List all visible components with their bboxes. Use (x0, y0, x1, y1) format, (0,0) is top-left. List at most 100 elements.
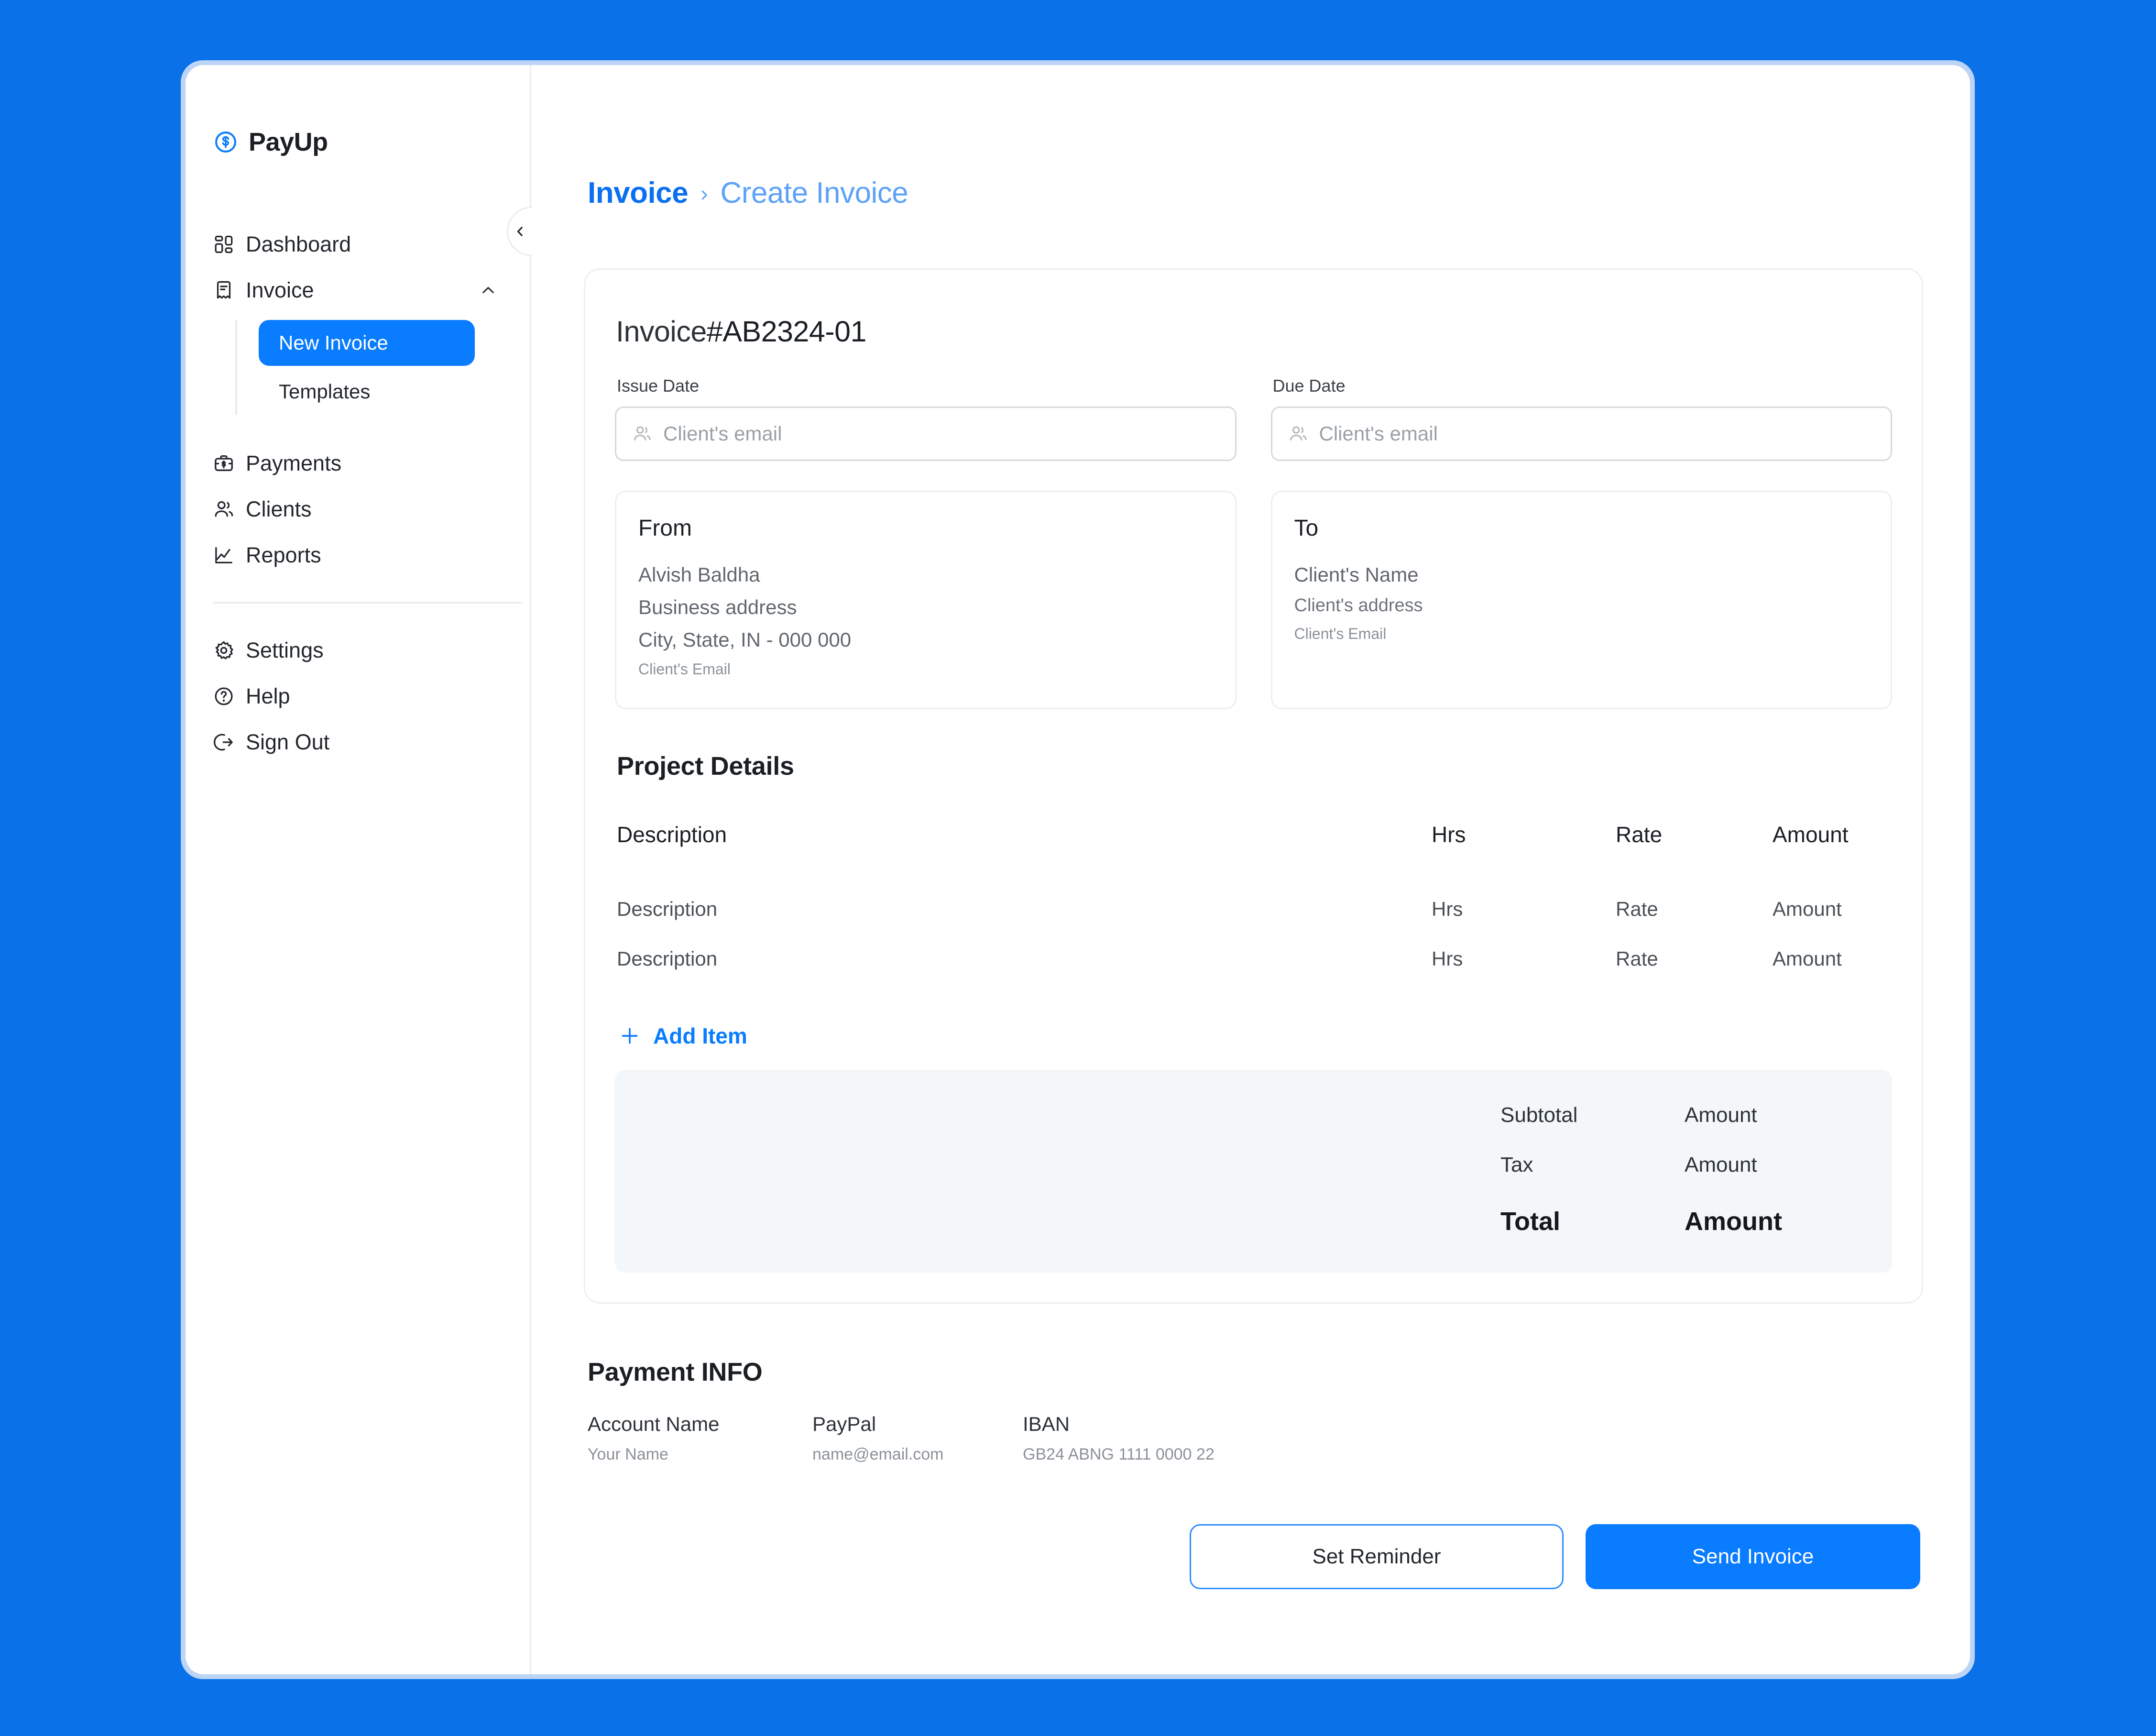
sidebar-divider (213, 602, 522, 604)
main-content: Invoice › Create Invoice Invoice#AB2324-… (531, 65, 1970, 1674)
payment-field-label: Account Name (588, 1413, 720, 1436)
total-row: Total Amount (615, 1207, 1842, 1236)
breadcrumb-current: Create Invoice (720, 176, 908, 209)
app-window-inner: PayUp Dashboard Invoice New Invoice Temp… (186, 65, 1970, 1674)
gear-icon (213, 640, 234, 661)
to-title: To (1294, 516, 1319, 541)
to-box[interactable]: To Client's Name Client's address Client… (1270, 491, 1892, 710)
column-header-rate: Rate (1616, 822, 1663, 847)
invoice-number-value: #AB2324-01 (706, 315, 867, 348)
sidebar-item-label: Dashboard (246, 232, 351, 256)
from-title: From (638, 516, 692, 541)
issue-date-input[interactable]: Client's email (615, 407, 1237, 461)
dashboard-grid-icon (213, 234, 234, 255)
dollar-circle-icon (213, 130, 238, 154)
users-icon (213, 499, 234, 520)
cell-rate: Rate (1616, 898, 1658, 921)
sidebar-item-help[interactable]: Help (207, 673, 509, 719)
from-address: Business address (638, 596, 797, 619)
set-reminder-label: Set Reminder (1312, 1545, 1441, 1569)
sidebar-item-label: Invoice (246, 278, 314, 302)
tax-row: Tax Amount (615, 1153, 1842, 1177)
sidebar-item-payments[interactable]: Payments (207, 440, 509, 486)
subtotal-value: Amount (1685, 1103, 1757, 1127)
due-date-field: Due Date Client's email (1270, 376, 1892, 461)
logout-icon (213, 732, 234, 753)
sidebar-item-clients[interactable]: Clients (207, 486, 509, 532)
to-email: Client's Email (1294, 625, 1387, 642)
receipt-icon (213, 280, 234, 301)
items-table: Description Hrs Rate Amount Description … (615, 813, 1892, 984)
items-table-header: Description Hrs Rate Amount (615, 813, 1892, 857)
sidebar-item-label: Help (246, 684, 290, 708)
table-row[interactable]: Description Hrs Rate Amount (615, 884, 1892, 934)
cell-hrs: Hrs (1432, 898, 1463, 921)
sidebar-item-settings[interactable]: Settings (207, 627, 509, 673)
payment-field-paypal: PayPal name@email.com (812, 1413, 1023, 1464)
sidebar-item-label: Sign Out (246, 730, 330, 754)
sidebar-item-label: Payments (246, 451, 342, 475)
totals-panel: Subtotal Amount Tax Amount Total Amount (615, 1070, 1892, 1273)
from-email: Client's Email (638, 660, 731, 678)
footer-actions: Set Reminder Send Invoice (584, 1524, 1920, 1590)
party-row: From Alvish Baldha Business address City… (615, 491, 1892, 710)
cell-amount: Amount (1773, 947, 1842, 970)
to-address: Client's address (1294, 595, 1423, 616)
sidebar-item-new-invoice[interactable]: New Invoice (259, 320, 475, 366)
sidebar-item-dashboard[interactable]: Dashboard (207, 221, 509, 267)
payment-info-title: Payment INFO (588, 1358, 763, 1387)
chart-line-icon (213, 545, 234, 566)
set-reminder-button[interactable]: Set Reminder (1190, 1524, 1564, 1590)
sidebar-item-label: Reports (246, 543, 321, 567)
cell-description: Description (617, 947, 718, 970)
total-value: Amount (1685, 1207, 1782, 1236)
sidebar-item-sign-out[interactable]: Sign Out (207, 719, 509, 765)
due-date-input[interactable]: Client's email (1270, 407, 1892, 461)
plus-icon (619, 1025, 641, 1047)
issue-date-placeholder: Client's email (663, 422, 782, 445)
sidebar: PayUp Dashboard Invoice New Invoice Temp… (186, 65, 531, 1674)
sidebar-item-invoice[interactable]: Invoice (207, 267, 509, 313)
brand-logo[interactable]: PayUp (213, 127, 509, 157)
sidebar-item-reports[interactable]: Reports (207, 532, 509, 578)
issue-date-label: Issue Date (617, 376, 700, 396)
invoice-number-prefix: Invoice (616, 315, 707, 348)
cell-amount: Amount (1773, 898, 1842, 921)
cell-hrs: Hrs (1432, 947, 1463, 970)
payment-field-label: PayPal (812, 1413, 876, 1436)
project-details-title: Project Details (617, 752, 794, 781)
sidebar-item-templates[interactable]: Templates (259, 369, 509, 415)
sidebar-subitem-label: Templates (279, 380, 371, 403)
breadcrumb-parent[interactable]: Invoice (588, 176, 689, 210)
send-invoice-button[interactable]: Send Invoice (1586, 1524, 1920, 1590)
payment-field-iban: IBAN GB24 ABNG 1111 0000 22 (1023, 1413, 1310, 1464)
due-date-placeholder: Client's email (1319, 422, 1438, 445)
chevron-left-icon (513, 224, 527, 239)
subtotal-row: Subtotal Amount (615, 1103, 1842, 1127)
brand-name: PayUp (249, 128, 328, 156)
payment-info-section: Payment INFO Account Name Your Name PayP… (588, 1357, 1923, 1464)
cell-rate: Rate (1616, 947, 1658, 970)
add-item-button[interactable]: Add Item (619, 1023, 747, 1049)
chevron-right-icon: › (700, 180, 708, 206)
due-date-label: Due Date (1272, 376, 1346, 396)
tax-value: Amount (1685, 1153, 1757, 1177)
from-city-line: City, State, IN - 000 000 (638, 628, 852, 651)
sidebar-nav: Dashboard Invoice New Invoice Templates … (207, 221, 522, 765)
send-invoice-label: Send Invoice (1692, 1545, 1814, 1569)
invoice-card: Invoice#AB2324-01 Issue Date Client's em… (584, 268, 1923, 1304)
subtotal-label: Subtotal (1500, 1103, 1578, 1127)
sidebar-subitem-label: New Invoice (279, 331, 388, 354)
users-icon (633, 424, 652, 443)
from-box[interactable]: From Alvish Baldha Business address City… (615, 491, 1237, 710)
payment-field-value: Your Name (588, 1445, 668, 1464)
issue-date-field: Issue Date Client's email (615, 376, 1237, 461)
cell-description: Description (617, 898, 718, 921)
to-name: Client's Name (1294, 563, 1419, 586)
table-row[interactable]: Description Hrs Rate Amount (615, 934, 1892, 984)
sidebar-item-label: Clients (246, 497, 312, 521)
total-label: Total (1500, 1207, 1560, 1236)
chevron-up-icon[interactable] (479, 281, 497, 299)
payment-field-label: IBAN (1023, 1413, 1070, 1436)
question-circle-icon (213, 686, 234, 707)
